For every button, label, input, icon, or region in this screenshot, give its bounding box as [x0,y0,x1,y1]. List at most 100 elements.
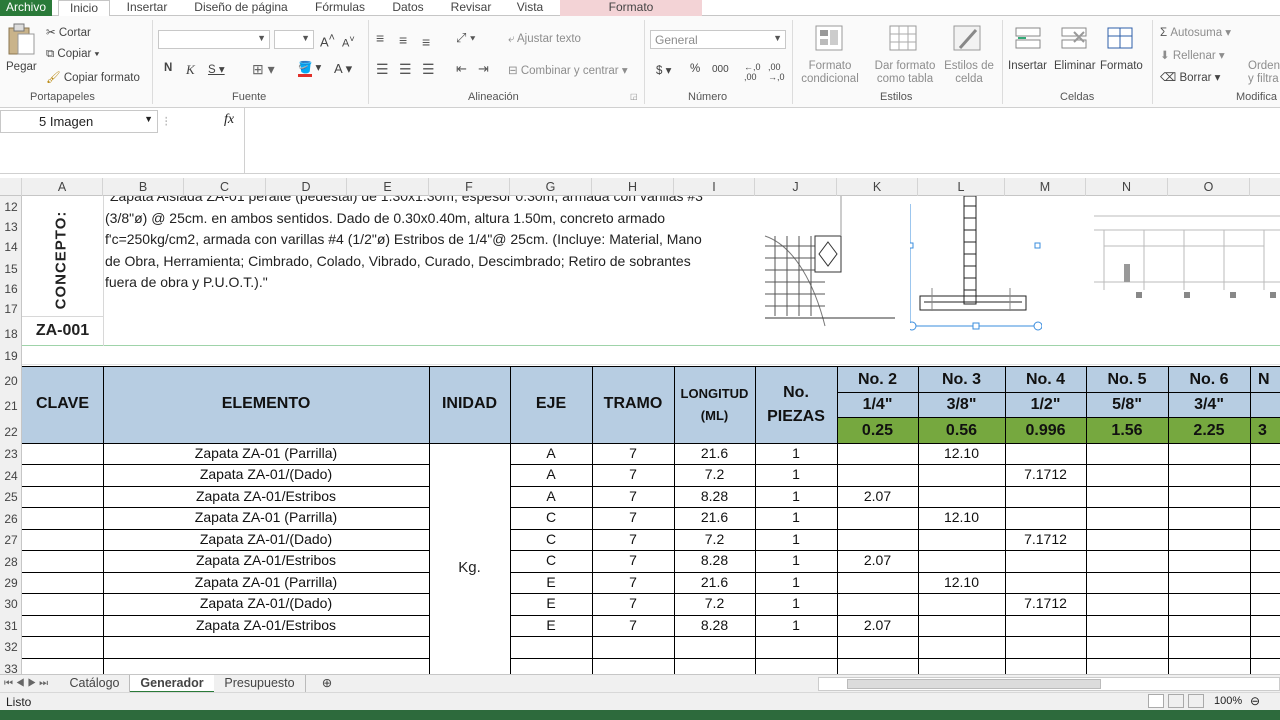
column-header-h[interactable]: H [592,178,674,196]
table-cell-elemento[interactable]: Zapata ZA-01/Estribos [103,615,429,636]
tab-revisar[interactable]: Revisar [442,0,500,16]
sort-filter-button[interactable]: Orden y filtra [1248,60,1280,86]
table-cell-eje[interactable]: C [510,550,592,571]
scrollbar-thumb[interactable] [847,679,1101,689]
table-cell-longitud[interactable]: 21.6 [674,507,755,528]
name-box[interactable]: 5 Imagen ▼ [0,110,158,133]
footing-plan-drawing[interactable] [755,196,915,336]
function-icon[interactable]: fx [224,112,234,128]
delete-button[interactable]: Eliminar [1054,60,1096,72]
row-header-13[interactable]: 13 [0,220,22,234]
tab-formulas[interactable]: Fórmulas [306,0,374,16]
table-cell-no2[interactable]: 2.07 [837,486,918,507]
zoom-level[interactable]: 100% [1214,695,1242,707]
tab-inicio[interactable]: Inicio [58,0,110,17]
tab-datos[interactable]: Datos [384,0,432,16]
table-cell-elemento[interactable]: Zapata ZA-01/(Dado) [103,529,429,550]
sheet-tab-catalogo[interactable]: Catálogo [60,675,130,693]
table-cell-tramo[interactable]: 7 [592,486,674,507]
cancel-icon[interactable]: ⁝ [164,113,168,130]
table-cell-tramo[interactable]: 7 [592,529,674,550]
row-header-27[interactable]: 27 [0,533,22,547]
column-header-m[interactable]: M [1005,178,1086,196]
column-header-j[interactable]: J [755,178,837,196]
thousands-button[interactable]: 000 [712,64,729,75]
elevation-drawing[interactable] [1084,196,1280,326]
row-header-29[interactable]: 29 [0,576,22,590]
table-cell-piezas[interactable]: 1 [755,507,837,528]
row-header-25[interactable]: 25 [0,490,22,504]
column-header-o[interactable]: O [1168,178,1250,196]
row-header-21[interactable]: 21 [0,399,22,413]
table-cell-tramo[interactable]: 7 [592,464,674,485]
table-cell-tramo[interactable]: 7 [592,593,674,614]
table-cell-elemento[interactable]: Zapata ZA-01/Estribos [103,486,429,507]
table-cell-eje[interactable]: C [510,507,592,528]
column-header-g[interactable]: G [510,178,592,196]
align-center-button[interactable]: ☰ [399,61,412,78]
table-cell-eje[interactable]: A [510,486,592,507]
orientation-button[interactable]: ⤢ ▾ [456,30,475,46]
table-cell-no3[interactable]: 12.10 [918,572,1005,593]
currency-button[interactable]: $ ▾ [656,63,671,77]
wrap-text-button[interactable]: ⤶ Ajustar texto [508,33,581,46]
row-header-24[interactable]: 24 [0,469,22,483]
table-cell-longitud[interactable]: 7.2 [674,464,755,485]
worksheet-grid[interactable]: CONCEPTO: ZA-001 "Zapata Aislada ZA-01 p… [22,196,1280,674]
row-header-17[interactable]: 17 [0,302,22,316]
sheet-tab-presupuesto[interactable]: Presupuesto [214,675,306,693]
row-header-18[interactable]: 18 [0,327,22,341]
formula-input[interactable] [246,110,1276,170]
row-header-16[interactable]: 16 [0,282,22,296]
column-header-i[interactable]: I [674,178,755,196]
table-cell-eje[interactable]: E [510,572,592,593]
percent-button[interactable]: % [690,63,700,75]
table-cell-elemento[interactable]: Zapata ZA-01/Estribos [103,550,429,571]
table-cell-elemento[interactable]: Zapata ZA-01/(Dado) [103,464,429,485]
merge-center-button[interactable]: ⊟ Combinar y centrar ▾ [508,63,628,77]
column-header-b[interactable]: B [103,178,184,196]
table-cell-no4[interactable]: 7.1712 [1005,529,1086,550]
align-right-button[interactable]: ☰ [422,61,435,78]
new-sheet-icon[interactable]: ⊕ [316,675,338,693]
format-as-table-button[interactable]: Dar formato como tabla [870,60,940,86]
row-header-19[interactable]: 19 [0,349,22,363]
table-cell-tramo[interactable]: 7 [592,550,674,571]
table-cell-piezas[interactable]: 1 [755,593,837,614]
table-cell-longitud[interactable]: 7.2 [674,593,755,614]
row-header-26[interactable]: 26 [0,512,22,526]
table-cell-longitud[interactable]: 8.28 [674,550,755,571]
column-header-n[interactable]: N [1086,178,1168,196]
column-header-a[interactable]: A [22,178,103,196]
underline-button[interactable]: S ▾ [208,62,225,76]
column-header-l[interactable]: L [918,178,1005,196]
paste-button[interactable]: Pegar [6,61,37,73]
table-cell-no4[interactable]: 7.1712 [1005,593,1086,614]
table-cell-piezas[interactable]: 1 [755,550,837,571]
autosum-button[interactable]: Σ Autosuma ▾ [1160,25,1231,39]
grow-font-button[interactable]: A˄ [320,32,335,49]
fill-color-button[interactable]: 🪣 ▾ [298,60,321,77]
zoom-out-icon[interactable]: ⊖ [1250,694,1260,708]
fill-button[interactable]: ⬇ Rellenar ▾ [1160,48,1225,62]
table-cell-piezas[interactable]: 1 [755,615,837,636]
increase-decimal-button[interactable]: ←,0,00 [744,62,761,82]
row-header-22[interactable]: 22 [0,425,22,439]
table-cell-no4[interactable]: 7.1712 [1005,464,1086,485]
table-cell-eje[interactable]: E [510,615,592,636]
sheet-tab-generador[interactable]: Generador [130,675,214,693]
table-cell-piezas[interactable]: 1 [755,572,837,593]
table-cell-elemento[interactable]: Zapata ZA-01 (Parrilla) [103,572,429,593]
column-header-c[interactable]: C [184,178,266,196]
row-header-32[interactable]: 32 [0,640,22,654]
table-cell-elemento[interactable]: Zapata ZA-01 (Parrilla) [103,507,429,528]
tab-insertar[interactable]: Insertar [118,0,176,16]
row-header-20[interactable]: 20 [0,374,22,388]
normal-view-icon[interactable] [1148,694,1164,708]
row-header-23[interactable]: 23 [0,447,22,461]
table-cell-eje[interactable]: A [510,443,592,464]
font-name-select[interactable]: ▼ [158,30,270,49]
insert-button[interactable]: Insertar [1008,60,1047,72]
copy-format-button[interactable]: 🖌 Copiar formato [46,70,140,84]
sheet-nav-arrows[interactable]: ⏮ ◀ ▶ ⏭ [4,675,48,693]
